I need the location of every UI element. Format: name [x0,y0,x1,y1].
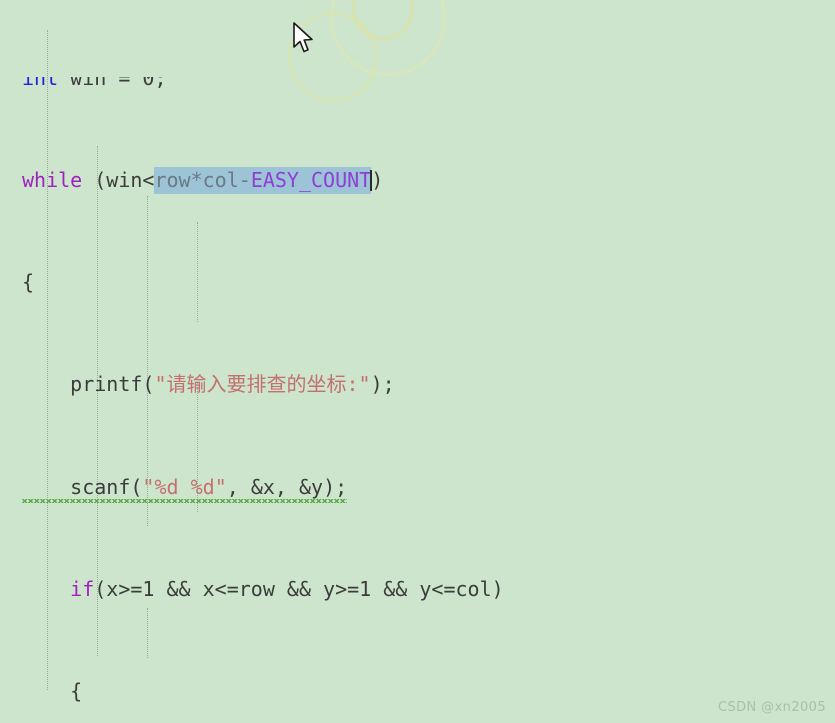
selected-text-range[interactable]: row*col-EASY_COUNT [154,166,372,194]
code-content[interactable]: int win = 0; while (win<row*col-EASY_COU… [0,0,835,723]
code-line-if-bounds[interactable]: if(x>=1 && x<=row && y>=1 && y<=col) [0,577,835,603]
token-string-quote: " [142,474,155,499]
token-var-row: row [154,167,191,192]
token-scanf-args: , &x, &y); [226,474,348,499]
token-call-printf: printf( [22,372,155,397]
token-condition-open: (win< [82,167,155,192]
code-line-printf-prompt[interactable]: printf("请输入要排查的坐标:"); [0,372,835,398]
token-keyword-while: while [22,167,83,192]
code-line-brace-open[interactable]: { [0,270,835,296]
code-line-while[interactable]: while (win<row*col-EASY_COUNT) [0,166,835,194]
token-string-quote: " [358,372,371,397]
token-condition-close: ) [371,167,384,192]
token-declaration-win: win = 0; [58,76,167,90]
token-brace: { [22,679,83,704]
token-call-close: ); [370,372,395,397]
token-string-quote: " [154,372,167,397]
token-bounds-condition: (x>=1 && x<=row && y>=1 && y<=col) [94,577,504,602]
warning-squiggle-underline: scanf("%d %d", &x, &y); [22,474,348,503]
token-keyword-int: int [22,76,59,90]
token-var-col: col [202,167,239,192]
token-string-prompt-coord: 请输入要排查的坐标: [166,372,359,397]
token-brace: { [22,269,35,294]
token-keyword-if: if [22,577,95,602]
code-editor-viewport[interactable]: int win = 0; while (win<row*col-EASY_COU… [0,0,835,723]
token-string-scanf-format: %d %d [154,474,215,499]
csdn-watermark: CSDN @xn2005 [717,700,826,715]
token-operator-minus: - [238,167,251,192]
code-line-scanf[interactable]: scanf("%d %d", &x, &y); [0,474,835,503]
token-operator-multiply: * [190,167,203,192]
token-macro-easy-count: EASY_COUNT [250,167,372,192]
code-line-brace-open[interactable]: { [0,679,835,705]
code-line[interactable]: int win = 0; [0,77,835,91]
token-call-scanf: scanf( [22,474,143,499]
token-string-quote: " [214,474,227,499]
